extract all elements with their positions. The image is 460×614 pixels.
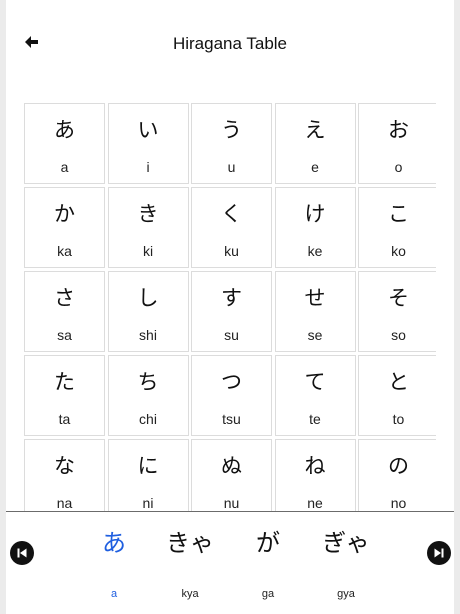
kana-cell-ni[interactable]: に ni (107, 439, 189, 511)
kana-character: そ (388, 286, 409, 310)
kana-cell-ke[interactable]: け ke (274, 187, 356, 268)
romaji-label: ki (142, 243, 154, 259)
kana-cell-i[interactable]: いi (107, 103, 189, 184)
tab-label: gya (337, 588, 355, 600)
romaji-label: ni (142, 495, 154, 511)
kana-cell-ko[interactable]: こ ko (358, 187, 436, 268)
romaji-label: te (309, 411, 321, 427)
kana-character: さ (54, 286, 75, 310)
romaji-label: to (392, 411, 405, 427)
romaji-label: no (390, 495, 407, 511)
tab-kana: きゃ (166, 529, 214, 557)
kana-character: き (137, 202, 159, 226)
kana-character: ね (304, 454, 326, 478)
kana-character: た (54, 370, 75, 394)
kana-character: く (221, 202, 242, 226)
kana-cell-nu[interactable]: ぬ nu (191, 439, 272, 511)
kana-character: て (304, 370, 326, 394)
romaji-label: chi (139, 411, 157, 427)
kana-character: ち (137, 370, 159, 394)
header: Hiragana Table (6, 0, 454, 90)
kana-character: の (388, 454, 409, 478)
kana-cell-sa[interactable]: さ sa (24, 271, 105, 352)
kana-character: え (304, 118, 326, 142)
romaji-label: nu (223, 495, 240, 511)
kana-character: と (388, 370, 409, 394)
kana-cell-o[interactable]: おo (358, 103, 436, 184)
tab-gya[interactable]: ぎゃ gya (308, 526, 384, 600)
kana-cell-so[interactable]: そ so (358, 271, 436, 352)
kana-cell-ka[interactable]: か ka (24, 187, 105, 268)
kana-cell-a[interactable]: あa (24, 103, 105, 184)
kana-character: こ (388, 202, 409, 226)
romaji-label: sa (57, 327, 72, 343)
tab-kana: が (256, 529, 280, 557)
kana-cell-na[interactable]: な na (24, 439, 105, 511)
romaji-label: se (307, 327, 323, 343)
kana-character: お (388, 118, 409, 142)
kana-cell-su[interactable]: す su (191, 271, 272, 352)
kana-cell-tsu[interactable]: つ tsu (191, 355, 272, 436)
romaji-label: ko (391, 243, 406, 259)
kana-cell-ki[interactable]: き ki (107, 187, 189, 268)
skip-previous-icon (17, 548, 27, 558)
app-screen: Hiragana Table あ a い i う u え e お o か ka き ki く ku け ke こ ko… (6, 0, 454, 614)
skip-next-icon (434, 548, 444, 558)
kana-cell-shi[interactable]: し shi (107, 271, 189, 352)
romaji-label: ta (58, 411, 71, 427)
romaji-label: e (311, 159, 319, 175)
next-button[interactable] (427, 541, 451, 565)
romaji-label: shi (139, 327, 157, 343)
romaji-label: tsu (222, 411, 241, 427)
tab-label: kya (181, 588, 199, 600)
page-title: Hiragana Table (172, 34, 288, 53)
kana-cell-ku[interactable]: く ku (191, 187, 272, 268)
kana-character: う (221, 118, 242, 142)
kana-cell-no[interactable]: の no (358, 439, 436, 511)
kana-character: せ (304, 286, 326, 310)
kana-character: に (137, 454, 159, 478)
kana-grid: あ a い i う u え e お o か ka き ki く ku け ke こ ko さ sa し shi す su せ se そ s… (24, 103, 436, 511)
kana-character: あ (54, 118, 75, 142)
romaji-label: su (224, 327, 239, 343)
kana-cell-chi[interactable]: ち chi (107, 355, 189, 436)
tab-label: ga (261, 588, 275, 600)
previous-button[interactable] (10, 541, 34, 565)
romaji-label: na (56, 495, 73, 511)
kana-character: い (137, 118, 159, 142)
tab-kana: ぎゃ (322, 529, 370, 557)
kana-cell-te[interactable]: て te (274, 355, 356, 436)
romaji-label: u (227, 159, 236, 175)
bottom-tab-bar: あ a きゃ kya が ga ぎゃ gya (6, 511, 454, 614)
kana-character: し (137, 286, 159, 310)
kana-character: け (304, 202, 326, 226)
romaji-label: so (391, 327, 406, 343)
kana-cell-e[interactable]: えe (274, 103, 356, 184)
tab-label: a (110, 588, 118, 600)
tab-kya[interactable]: きゃ kya (152, 526, 228, 600)
kana-cell-u[interactable]: うu (191, 103, 272, 184)
kana-grid-scroll[interactable]: あ a い i う u え e お o か ka き ki く ku け ke こ ko さ sa し shi す su せ se そ s… (24, 103, 436, 511)
romaji-label: o (394, 159, 403, 175)
tab-kana: あ (102, 529, 126, 557)
romaji-label: ke (307, 243, 323, 259)
kana-cell-se[interactable]: せ se (274, 271, 356, 352)
romaji-label: ne (307, 495, 323, 511)
tab-ga[interactable]: が ga (230, 526, 306, 600)
kana-cell-ta[interactable]: た ta (24, 355, 105, 436)
romaji-label: ku (224, 243, 239, 259)
kana-character: ぬ (221, 454, 242, 478)
kana-character: す (221, 286, 242, 310)
romaji-label: ka (57, 243, 72, 259)
kana-character: か (54, 202, 75, 226)
kana-character: つ (221, 370, 242, 394)
kana-character: な (54, 454, 75, 478)
kana-cell-ne[interactable]: ね ne (274, 439, 356, 511)
romaji-label: a (60, 159, 69, 175)
kana-cell-to[interactable]: と to (358, 355, 436, 436)
tab-a[interactable]: あa (76, 526, 152, 600)
romaji-label: i (146, 159, 150, 175)
